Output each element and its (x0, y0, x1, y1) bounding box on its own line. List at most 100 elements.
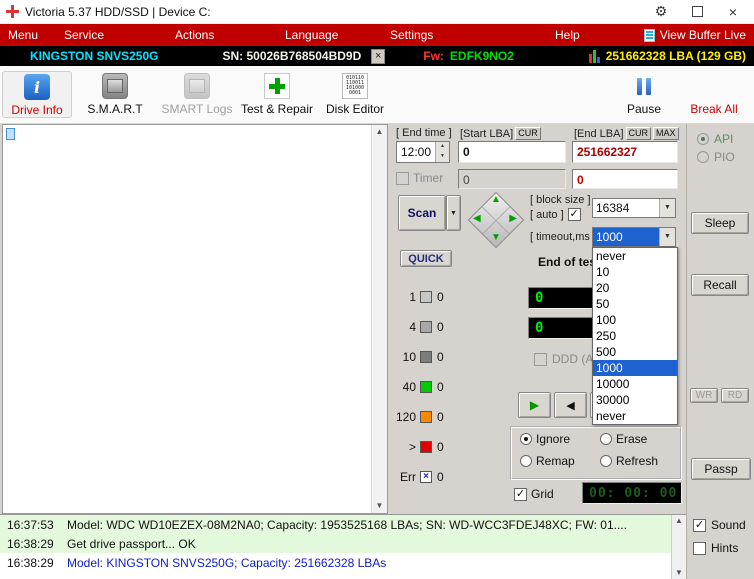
disk-editor-button[interactable]: 010110 110011 101000 0001 Disk Editor (320, 71, 390, 116)
timeout-dropdown-list: never 10 20 50 100 250 500 1000 10000 30… (592, 247, 678, 425)
chevron-down-icon[interactable]: ▼ (659, 199, 675, 217)
play-button[interactable]: ▶ (518, 392, 551, 418)
log-row: 16:38:29 Get drive passport... OK (0, 534, 686, 553)
wr-button[interactable]: WR (690, 388, 718, 403)
stat-row: > 0 (390, 440, 522, 454)
scroll-up-icon[interactable]: ▲ (376, 125, 384, 139)
timeout-option[interactable]: never (593, 408, 677, 424)
grid-checkbox[interactable]: ✓ (514, 488, 527, 501)
serial-close-icon[interactable]: × (371, 49, 385, 64)
pio-radio[interactable] (697, 151, 709, 163)
timeout-option[interactable]: 250 (593, 328, 677, 344)
start-lba-cur-button[interactable]: CUR (515, 127, 541, 140)
erase-radio[interactable] (600, 433, 612, 445)
sound-checkbox-row[interactable]: ✓ Sound (693, 518, 746, 532)
remap-radio[interactable] (520, 455, 532, 467)
stat-row: 4 0 (390, 320, 522, 334)
menu-item-language[interactable]: Language (277, 24, 382, 46)
timeout-option[interactable]: 10000 (593, 376, 677, 392)
timeout-option[interactable]: 10 (593, 264, 677, 280)
grid-checkbox-row[interactable]: ✓ Grid (514, 487, 554, 501)
stat-block-orange (420, 411, 432, 423)
pause-button[interactable]: Pause (614, 71, 674, 116)
refresh-radio-row[interactable]: Refresh (600, 454, 658, 468)
smart-button[interactable]: S.M.A.R.T (80, 71, 150, 116)
log-message: Model: KINGSTON SNVS250G; Capacity: 2516… (67, 556, 386, 570)
spin-down-icon[interactable]: ▼ (436, 152, 449, 162)
auto-checkbox[interactable]: ✓ (568, 208, 581, 221)
remap-radio-row[interactable]: Remap (520, 454, 575, 468)
erase-label: Erase (616, 432, 647, 446)
view-buffer-live-button[interactable]: View Buffer Live (644, 28, 754, 42)
menubar: Menu Service Actions Language Settings H… (0, 24, 754, 46)
menu-item-settings[interactable]: Settings (382, 24, 547, 46)
ignore-radio-row[interactable]: Ignore (520, 432, 570, 446)
end-lba-input[interactable]: 251662327 (572, 141, 678, 163)
log-timestamp: 16:37:53 (0, 518, 67, 532)
menu-item-actions[interactable]: Actions (167, 24, 277, 46)
dpad-right-icon[interactable]: ▶ (509, 214, 517, 224)
close-button[interactable]: × (718, 0, 748, 23)
dpad-up-icon[interactable]: ▲ (491, 195, 501, 205)
scan-button[interactable]: Scan (398, 195, 446, 231)
timeout-option[interactable]: 500 (593, 344, 677, 360)
drive-info-button[interactable]: i Drive Info (2, 71, 72, 118)
recall-button[interactable]: Recall (691, 274, 749, 296)
dpad-down-icon[interactable]: ▼ (491, 233, 501, 243)
quick-button[interactable]: QUICK (400, 250, 452, 267)
scroll-down-icon[interactable]: ▼ (376, 499, 384, 513)
settings-gear-icon[interactable]: ⚙ (646, 0, 676, 23)
timeout-option[interactable]: 20 (593, 280, 677, 296)
timeout-option[interactable]: never (593, 248, 677, 264)
menu-item-service[interactable]: Service (56, 24, 167, 46)
pio-radio-row[interactable]: PIO (697, 150, 735, 164)
spin-up-icon[interactable]: ▲ (436, 142, 449, 152)
rd-button[interactable]: RD (721, 388, 749, 403)
canvas-scrollbar[interactable]: ▲ ▼ (371, 125, 387, 513)
timeout-option[interactable]: 30000 (593, 392, 677, 408)
maximize-button[interactable] (682, 0, 712, 23)
refresh-radio[interactable] (600, 455, 612, 467)
end-lba-max-button[interactable]: MAX (653, 127, 679, 140)
remap-label: Remap (536, 454, 575, 468)
end-lba-cur-button[interactable]: CUR (626, 127, 652, 140)
start-lba-input[interactable]: 0 (458, 141, 566, 163)
scroll-up-icon[interactable]: ▲ (675, 515, 683, 527)
timeout-option-selected[interactable]: 1000 (593, 360, 677, 376)
break-all-button[interactable]: Break All (674, 71, 754, 116)
timeout-option[interactable]: 50 (593, 296, 677, 312)
timeout-option[interactable]: 100 (593, 312, 677, 328)
test-repair-button[interactable]: Test & Repair (242, 71, 312, 116)
stat-block-green (420, 381, 432, 393)
smart-logs-button[interactable]: SMART Logs (162, 71, 232, 116)
hints-checkbox[interactable] (693, 542, 706, 555)
timeout-combo[interactable]: 1000 ▼ (592, 227, 676, 247)
ignore-radio[interactable] (520, 433, 532, 445)
api-radio[interactable] (697, 133, 709, 145)
dpad-left-icon[interactable]: ◀ (473, 214, 481, 224)
api-radio-row[interactable]: API (697, 132, 733, 146)
ddd-api-checkbox[interactable] (534, 353, 547, 366)
timeout-value: 1000 (593, 228, 659, 246)
previous-button[interactable]: ◀ (554, 392, 587, 418)
passport-button[interactable]: Passp (691, 458, 751, 480)
auto-row: [ auto ] ✓ (530, 208, 581, 221)
end-time-spinner[interactable]: 12:00 ▲ ▼ (396, 141, 450, 163)
direction-pad[interactable]: ▲ ▼ ◀ ▶ (466, 190, 524, 248)
sleep-button[interactable]: Sleep (691, 212, 749, 234)
timer-checkbox[interactable] (396, 172, 409, 185)
stat-block-red (420, 441, 432, 453)
menu-item-menu[interactable]: Menu (0, 24, 56, 46)
menu-item-help[interactable]: Help (547, 24, 607, 46)
block-size-combo[interactable]: 16384 ▼ (592, 198, 676, 218)
log-message: Model: WDC WD10EZEX-08M2NA0; Capacity: 1… (67, 518, 627, 532)
scroll-down-icon[interactable]: ▼ (675, 567, 683, 579)
stat-value: 0 (437, 440, 444, 454)
log-scrollbar[interactable]: ▲ ▼ (671, 515, 686, 579)
erase-radio-row[interactable]: Erase (600, 432, 647, 446)
hints-checkbox-row[interactable]: Hints (693, 541, 738, 555)
scan-dropdown-icon[interactable]: ▼ (446, 195, 461, 231)
sound-checkbox[interactable]: ✓ (693, 519, 706, 532)
chevron-down-icon[interactable]: ▼ (659, 228, 675, 246)
log-timestamp: 16:38:29 (0, 537, 67, 551)
